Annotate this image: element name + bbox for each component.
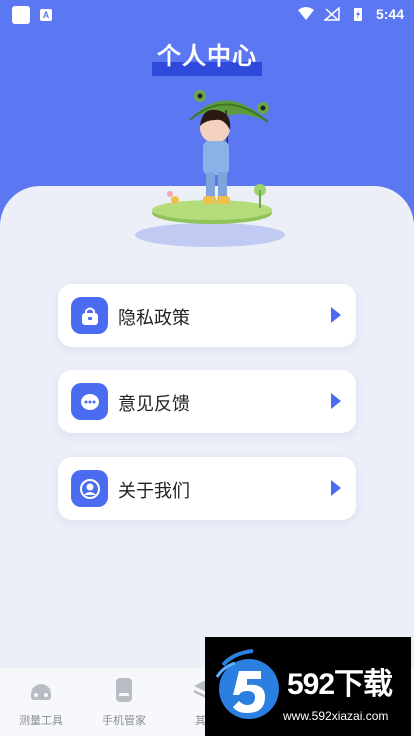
chat-bubble-icon xyxy=(71,383,108,420)
play-arrow-icon xyxy=(331,480,341,496)
user-circle-icon xyxy=(71,470,108,507)
status-bar: A 5:44 xyxy=(0,0,414,30)
menu-item-privacy-policy[interactable]: 隐私政策 xyxy=(58,284,356,347)
watermark-url: www.592xiazai.com xyxy=(283,709,389,723)
status-time: 5:44 xyxy=(375,6,404,22)
toolbox-icon xyxy=(31,684,51,700)
phone-icon xyxy=(116,678,132,702)
site-watermark: 592下载 www.592xiazai.com xyxy=(205,637,411,736)
play-arrow-icon xyxy=(331,393,341,409)
menu-item-label: 隐私政策 xyxy=(118,308,190,328)
app-notification-icon xyxy=(12,6,30,24)
tab-label: 测量工具 xyxy=(19,715,63,727)
watermark-brand: 592下载 xyxy=(287,668,393,701)
battery-icon xyxy=(353,8,362,21)
girl-umbrella-illustration xyxy=(135,90,285,247)
menu-item-about-us[interactable]: 关于我们 xyxy=(58,457,356,520)
tab-phone-manager[interactable]: 手机管家 xyxy=(84,668,164,736)
page-title: 个人中心 xyxy=(157,43,257,70)
content-sheet xyxy=(0,186,414,686)
wifi-icon xyxy=(297,7,314,20)
tab-label: 手机管家 xyxy=(102,715,146,727)
play-arrow-icon xyxy=(331,307,341,323)
lock-bag-icon xyxy=(71,297,108,334)
menu-item-label: 关于我们 xyxy=(118,481,190,501)
signal-icon xyxy=(323,7,340,21)
menu-item-label: 意见反馈 xyxy=(118,394,190,414)
tab-measure-tools[interactable]: 测量工具 xyxy=(1,668,81,736)
notification-letter: A xyxy=(40,9,52,21)
watermark-logo-icon xyxy=(215,649,279,719)
menu-item-feedback[interactable]: 意见反馈 xyxy=(58,370,356,433)
